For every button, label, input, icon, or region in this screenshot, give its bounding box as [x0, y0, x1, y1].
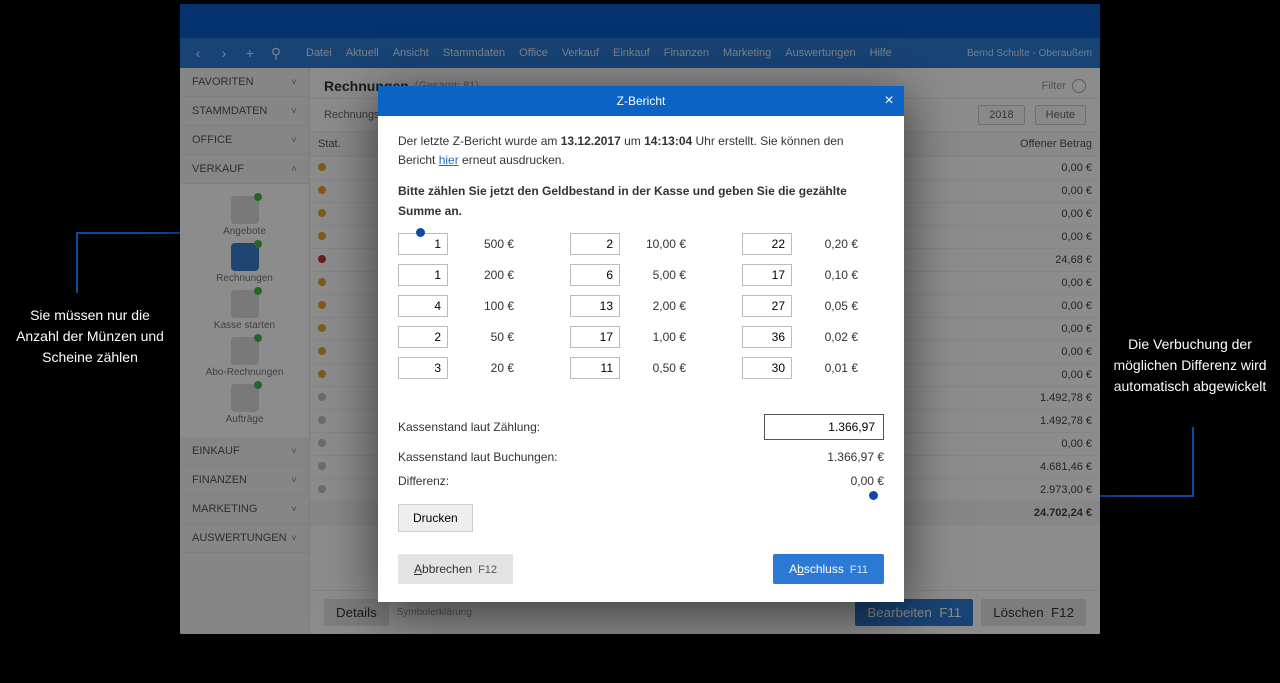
last-report-info: Der letzte Z-Bericht wurde am 13.12.2017… — [398, 132, 884, 170]
diff-label: Differenz: — [398, 474, 618, 488]
connector-line — [76, 233, 78, 293]
booked-label: Kassenstand laut Buchungen: — [398, 450, 618, 464]
denom-label: 500 € — [458, 237, 514, 251]
denom-label: 0,20 € — [802, 237, 858, 251]
connector-line — [1192, 457, 1194, 497]
denom-label: 0,05 € — [802, 299, 858, 313]
denom-label: 200 € — [458, 268, 514, 282]
denom-label: 5,00 € — [630, 268, 686, 282]
cancel-button[interactable]: AbbrechenF12 — [398, 554, 513, 584]
close-icon[interactable]: × — [874, 86, 904, 116]
denom-input[interactable] — [742, 233, 792, 255]
booked-value: 1.366,97 € — [618, 450, 884, 464]
denom-input[interactable] — [570, 295, 620, 317]
denom-label: 20 € — [458, 361, 514, 375]
denom-label: 2,00 € — [630, 299, 686, 313]
denom-label: 0,02 € — [802, 330, 858, 344]
denom-input[interactable] — [570, 326, 620, 348]
print-button[interactable]: Drucken — [398, 504, 473, 532]
connector-line — [1192, 427, 1194, 457]
denom-input[interactable] — [398, 326, 448, 348]
diff-value: 0,00 € — [618, 474, 884, 488]
denom-label: 1,00 € — [630, 330, 686, 344]
reprint-link[interactable]: hier — [439, 153, 459, 167]
ok-button[interactable]: AbschlussF11 — [773, 554, 884, 584]
z-report-dialog: Z-Bericht × Der letzte Z-Bericht wurde a… — [378, 86, 904, 602]
denom-input[interactable] — [398, 295, 448, 317]
denom-label: 0,01 € — [802, 361, 858, 375]
connector-dot — [869, 491, 878, 500]
denom-input[interactable] — [742, 264, 792, 286]
denom-label: 0,50 € — [630, 361, 686, 375]
denom-input[interactable] — [742, 295, 792, 317]
denom-input[interactable] — [398, 264, 448, 286]
denom-label: 10,00 € — [630, 237, 686, 251]
dialog-title: Z-Bericht × — [378, 86, 904, 116]
counted-total-input[interactable] — [764, 414, 884, 440]
denom-input[interactable] — [570, 357, 620, 379]
denom-input[interactable] — [570, 233, 620, 255]
denom-input[interactable] — [570, 264, 620, 286]
denom-label: 100 € — [458, 299, 514, 313]
instruction-text: Bitte zählen Sie jetzt den Geldbestand i… — [398, 182, 884, 220]
denom-input[interactable] — [742, 357, 792, 379]
callout-right: Die Verbuchung der möglichen Differenz w… — [1110, 334, 1270, 397]
denom-label: 50 € — [458, 330, 514, 344]
denom-input[interactable] — [398, 357, 448, 379]
denom-label: 0,10 € — [802, 268, 858, 282]
callout-left: Sie müssen nur die Anzahl der Münzen und… — [10, 305, 170, 368]
connector-dot — [416, 228, 425, 237]
counted-label: Kassenstand laut Zählung: — [398, 420, 618, 434]
denom-input[interactable] — [742, 326, 792, 348]
